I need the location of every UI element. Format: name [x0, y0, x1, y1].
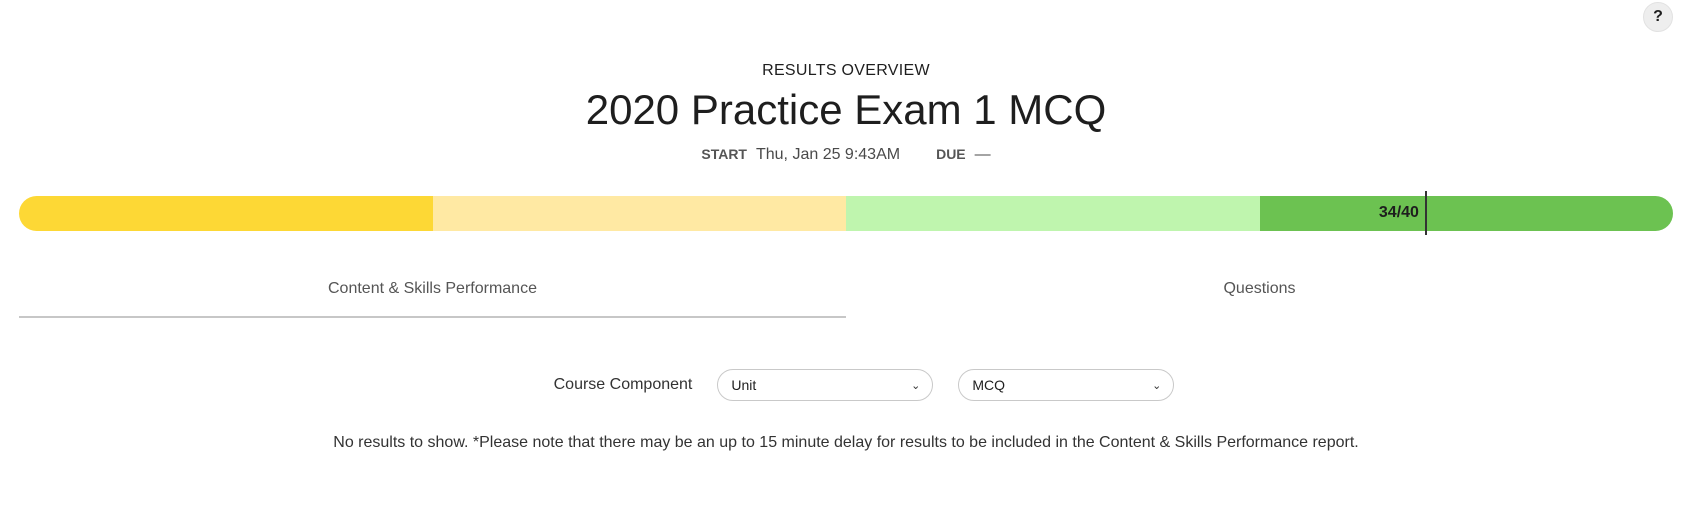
due-value: — [974, 146, 991, 163]
help-icon: ? [1653, 8, 1663, 25]
course-component-filters: Course Component Unit ⌄ MCQ ⌄ [0, 369, 1692, 401]
chevron-down-icon: ⌄ [1152, 379, 1162, 392]
unit-select[interactable]: Unit ⌄ [717, 369, 934, 401]
page-title: 2020 Practice Exam 1 MCQ [585, 86, 1107, 133]
mcq-select[interactable]: MCQ ⌄ [958, 369, 1175, 401]
no-results-notice: No results to show. *Please note that th… [333, 434, 1359, 451]
results-overview-page: ? RESULTS OVERVIEW 2020 Practice Exam 1 … [0, 0, 1692, 510]
tab-content-skills-performance[interactable]: Content & Skills Performance [19, 276, 846, 318]
unit-select-value: Unit [731, 377, 757, 393]
start-label: START [701, 146, 747, 162]
score-label: 34/40 [1378, 204, 1419, 221]
chevron-down-icon: ⌄ [911, 379, 921, 392]
score-band-3 [846, 196, 1260, 231]
course-component-label: Course Component [553, 376, 693, 393]
score-marker [1424, 191, 1427, 235]
assignment-dates: START Thu, Jan 25 9:43AM DUE — [0, 146, 1692, 164]
mcq-select-value: MCQ [972, 377, 1006, 393]
score-band-1 [19, 196, 433, 231]
tab-questions[interactable]: Questions [846, 276, 1673, 318]
score-band-2 [432, 196, 846, 231]
page-eyebrow: RESULTS OVERVIEW [762, 62, 930, 79]
results-tabs: Content & Skills Performance Questions [19, 276, 1673, 318]
due-label: DUE [936, 146, 966, 162]
start-value: Thu, Jan 25 9:43AM [755, 146, 901, 163]
score-band-4 [1259, 196, 1673, 231]
help-button[interactable]: ? [1643, 2, 1673, 32]
